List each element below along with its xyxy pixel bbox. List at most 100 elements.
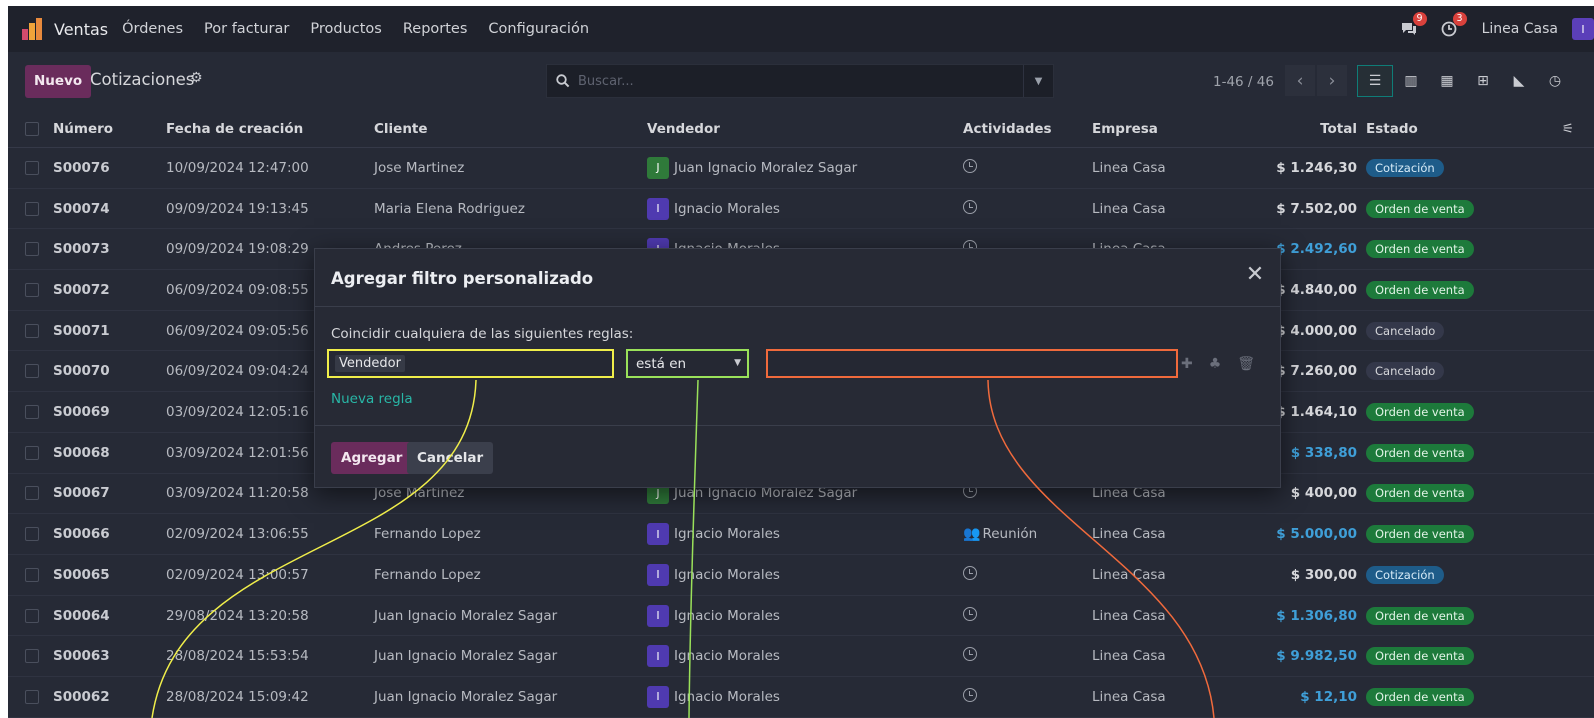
table-row[interactable]: S00076 10/09/2024 12:47:00 Jose Martinez J J… bbox=[8, 148, 1594, 189]
row-checkbox[interactable] bbox=[25, 282, 39, 297]
table-row[interactable]: S00074 09/09/2024 19:13:45 Maria Elena Rod… bbox=[8, 189, 1594, 230]
row-checkbox[interactable] bbox=[25, 201, 39, 216]
control-panel: Nuevo Cotizaciones ⚙ ▼ 1-46 / 46 ‹ › ☰ ▥… bbox=[8, 52, 1594, 110]
table-row[interactable]: S00065 02/09/2024 13:00:57 Fernando Lopez I… bbox=[8, 555, 1594, 596]
cell-activity[interactable] bbox=[963, 565, 977, 584]
header-date[interactable]: Fecha de creación bbox=[166, 121, 303, 137]
breadcrumb-title: Cotizaciones bbox=[90, 70, 195, 89]
cell-activity[interactable] bbox=[963, 606, 977, 625]
gear-icon[interactable]: ⚙ bbox=[190, 70, 203, 86]
company-switcher[interactable]: Linea Casa bbox=[1482, 21, 1558, 37]
cell-activity[interactable]: 👥 Reunión bbox=[963, 526, 1037, 542]
meeting-icon: 👥 bbox=[963, 526, 981, 543]
new-button[interactable]: Nuevo bbox=[25, 65, 92, 98]
add-button[interactable]: Agregar bbox=[331, 442, 413, 474]
row-checkbox[interactable] bbox=[25, 486, 39, 501]
row-checkbox[interactable] bbox=[25, 323, 39, 338]
status-badge: Orden de venta bbox=[1366, 199, 1474, 218]
cell-activity[interactable] bbox=[963, 199, 977, 218]
cell-date: 29/08/2024 13:20:58 bbox=[166, 607, 309, 624]
row-checkbox[interactable] bbox=[25, 242, 39, 257]
row-checkbox[interactable] bbox=[25, 160, 39, 175]
header-status[interactable]: Estado bbox=[1366, 121, 1418, 137]
cell-number: S00067 bbox=[53, 485, 110, 502]
user-avatar[interactable]: I bbox=[1572, 18, 1594, 40]
activity-clock-icon[interactable]: 3 bbox=[1438, 12, 1467, 40]
status-badge: Cotización bbox=[1366, 565, 1444, 584]
chat-count-badge: 9 bbox=[1412, 12, 1427, 26]
header-number[interactable]: Número bbox=[53, 121, 113, 137]
cell-company: Linea Casa bbox=[1092, 159, 1166, 176]
chevron-right-icon[interactable]: › bbox=[1317, 65, 1347, 96]
menu-item-reportes[interactable]: Reportes bbox=[403, 21, 468, 37]
status-badge: Orden de venta bbox=[1366, 647, 1474, 666]
graph-view-icon[interactable]: ◣ bbox=[1501, 65, 1537, 97]
vendor-avatar: I bbox=[647, 523, 669, 546]
kanban-view-icon[interactable]: ▥ bbox=[1393, 65, 1429, 97]
optional-columns-icon[interactable]: ⚟ bbox=[1562, 121, 1574, 137]
cell-activity[interactable] bbox=[963, 687, 977, 706]
header-vendor[interactable]: Vendedor bbox=[647, 121, 720, 137]
cell-activity[interactable] bbox=[963, 158, 977, 177]
new-rule-link[interactable]: Nueva regla bbox=[331, 391, 413, 407]
cell-date: 02/09/2024 13:00:57 bbox=[166, 566, 309, 583]
row-checkbox[interactable] bbox=[25, 689, 39, 704]
pager-value[interactable]: 1-46 / 46 bbox=[1213, 74, 1274, 90]
table-row[interactable]: S00064 29/08/2024 13:20:58 Juan Ignacio Mo… bbox=[8, 596, 1594, 637]
table-row[interactable]: S00063 28/08/2024 15:53:54 Juan Ignacio Mo… bbox=[8, 636, 1594, 678]
add-rule-icon[interactable]: ✚ bbox=[1181, 356, 1193, 372]
cell-number: S00068 bbox=[53, 444, 110, 461]
row-checkbox[interactable] bbox=[25, 567, 39, 582]
menu-item-productos[interactable]: Productos bbox=[310, 21, 381, 37]
header-client[interactable]: Cliente bbox=[374, 121, 428, 137]
status-badge: Orden de venta bbox=[1366, 484, 1474, 503]
menu-item-configuracion[interactable]: Configuración bbox=[488, 21, 589, 37]
cell-activity[interactable] bbox=[963, 647, 977, 665]
header-total[interactable]: Total bbox=[1320, 121, 1357, 137]
pivot-view-icon[interactable]: ⊞ bbox=[1465, 65, 1501, 97]
cell-number: S00074 bbox=[53, 200, 110, 217]
cell-total: $ 12,10 bbox=[1300, 688, 1357, 705]
cell-total: $ 1.246,30 bbox=[1276, 159, 1357, 176]
trash-icon[interactable]: 🗑 bbox=[1237, 356, 1255, 372]
table-row[interactable]: S00062 28/08/2024 15:09:42 Juan Ignacio Mo… bbox=[8, 677, 1594, 718]
row-checkbox[interactable] bbox=[25, 608, 39, 623]
vendor-name: Ignacio Morales bbox=[674, 200, 780, 217]
cell-vendor: I Ignacio Morales bbox=[647, 645, 780, 668]
menu-item-por-facturar[interactable]: Por facturar bbox=[204, 21, 289, 37]
header-activities[interactable]: Actividades bbox=[963, 121, 1052, 137]
list-view-icon[interactable]: ☰ bbox=[1357, 65, 1393, 97]
table-row[interactable]: S00066 02/09/2024 13:06:55 Fernando Lopez I… bbox=[8, 514, 1594, 555]
search-options-toggle[interactable]: ▼ bbox=[1023, 65, 1053, 97]
search-bar[interactable]: ▼ bbox=[546, 64, 1054, 98]
search-input[interactable] bbox=[578, 73, 978, 89]
sales-app-icon[interactable] bbox=[22, 18, 44, 40]
chat-icon[interactable]: 9 bbox=[1398, 12, 1427, 40]
add-branch-icon[interactable]: ♣ bbox=[1209, 356, 1222, 372]
row-checkbox[interactable] bbox=[25, 527, 39, 542]
cell-status: Cotización bbox=[1366, 158, 1444, 177]
operator-select[interactable]: está en ▼ bbox=[626, 349, 749, 378]
row-checkbox[interactable] bbox=[25, 649, 39, 664]
cell-total: $ 1.306,80 bbox=[1276, 607, 1357, 624]
chevron-left-icon[interactable]: ‹ bbox=[1285, 65, 1315, 96]
value-input[interactable] bbox=[766, 349, 1178, 378]
select-all-checkbox[interactable] bbox=[25, 121, 39, 136]
cancel-button[interactable]: Cancelar bbox=[407, 442, 494, 474]
row-checkbox[interactable] bbox=[25, 364, 39, 379]
cell-total: $ 4.840,00 bbox=[1276, 281, 1357, 298]
cell-number: S00076 bbox=[53, 159, 110, 176]
activity-view-icon[interactable]: ◷ bbox=[1537, 65, 1573, 97]
calendar-view-icon[interactable]: ▦ bbox=[1429, 65, 1465, 97]
status-badge: Orden de venta bbox=[1366, 403, 1474, 422]
menu-item-ordenes[interactable]: Órdenes bbox=[122, 21, 183, 37]
close-icon[interactable]: ✕ bbox=[1244, 264, 1266, 286]
row-checkbox[interactable] bbox=[25, 445, 39, 460]
row-checkbox[interactable] bbox=[25, 405, 39, 420]
navbar-systray: 9 3 Linea Casa I bbox=[1398, 6, 1594, 52]
cell-date: 10/09/2024 12:47:00 bbox=[166, 159, 309, 176]
header-company[interactable]: Empresa bbox=[1092, 121, 1158, 137]
app-name[interactable]: Ventas bbox=[54, 20, 108, 39]
status-badge: Orden de venta bbox=[1366, 280, 1474, 299]
field-path-selector[interactable]: Vendedor bbox=[327, 349, 614, 378]
